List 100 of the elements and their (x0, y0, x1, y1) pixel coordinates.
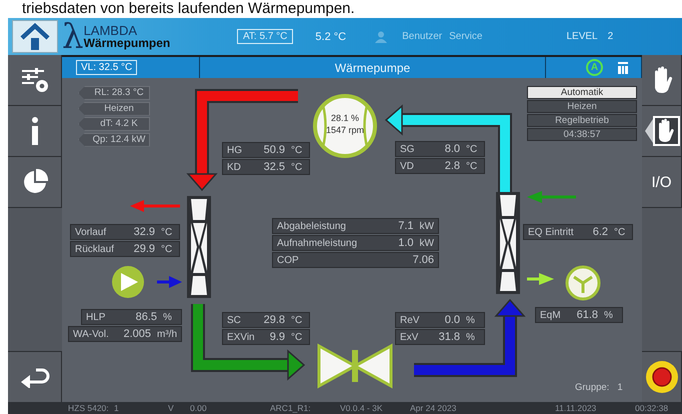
outflow-arrow (130, 200, 180, 212)
status-text: ARC1_R1: (270, 402, 312, 414)
mode-button[interactable]: Regelbetrieb (527, 114, 637, 127)
readout-unit: °C (291, 144, 304, 156)
level-value: 2 (608, 31, 614, 42)
home-icon (19, 22, 51, 50)
io-button[interactable]: I/O (642, 157, 682, 208)
readout-label: EQ Eintritt (528, 226, 575, 238)
readout-label: Vorlauf (75, 226, 108, 238)
return-arrow-icon (20, 366, 50, 388)
readout-value: 7.06 (412, 254, 434, 266)
status-text: 0.00 (190, 402, 208, 414)
hand-arrow-icon (644, 115, 680, 147)
status-tag: RL: 28.3 °C (78, 86, 150, 100)
readout-unit: °C (291, 314, 304, 326)
temperature-text: 5.2 °C (315, 30, 346, 42)
readout-value: 32.5 (264, 161, 285, 173)
readout-unit: kW (420, 238, 434, 248)
logo-symbol: λ (62, 22, 84, 52)
readout-unit: °C (291, 332, 304, 342)
readout-unit: °C (466, 160, 478, 172)
readout-label: SG (400, 144, 416, 154)
caption-text: triebsdaten von bereits laufenden Wärmepumpen. (21, 0, 356, 18)
statistics-button[interactable] (8, 157, 62, 208)
readout-unit: kW (420, 220, 434, 232)
readout-value: 31.8 (438, 331, 460, 343)
readout-label: Aufnahmeleistung (277, 238, 358, 248)
mode-button[interactable]: Heizen (527, 100, 637, 113)
status-tag: dT: 4.2 K (78, 117, 150, 131)
readout-label: EqM (540, 310, 562, 320)
status-text: V0.0.4 - 3K (340, 402, 384, 414)
back-button[interactable] (8, 351, 62, 402)
readout-unit: °C (466, 144, 478, 154)
status-tag: Qp: 12.4 kW (78, 132, 150, 146)
group-value: 1 (617, 382, 623, 393)
mode-button[interactable]: 04:38:57 (527, 128, 637, 141)
readout-label: Abgabeleistung (277, 220, 347, 232)
status-text: HZS 5420: (68, 402, 110, 414)
logo-subtitle: Wärmepumpen (84, 36, 170, 50)
mode-button[interactable]: Automatik (527, 86, 637, 99)
readout-unit: °C (291, 162, 304, 172)
setpoint-tag: VL: 32.5 °C (76, 60, 138, 75)
inflow-arrow (157, 276, 182, 288)
readout-label: HG (227, 144, 243, 156)
level-label: LEVEL (566, 31, 598, 42)
group-label: Gruppe: (575, 382, 610, 393)
readout-label: KD (227, 162, 242, 172)
user-label: Benutzer (402, 31, 442, 42)
readout-unit: % (466, 332, 476, 342)
readout-value: 29.8 (264, 314, 285, 326)
readout-unit: °C (161, 226, 174, 238)
readout-value: 61.8 (576, 309, 598, 321)
readout-unit: m³/h (157, 328, 177, 340)
status-tag: Heizen (78, 102, 150, 116)
readout-value: 29.9 (134, 243, 155, 255)
source-outflow-arrow (527, 273, 554, 285)
readout-label: VD (400, 160, 415, 172)
logo-title: LAMBDA (84, 24, 138, 36)
compressor-speed: 28.1 % (330, 112, 360, 124)
readout-value: 0.0 (444, 314, 460, 326)
user-icon (374, 30, 388, 42)
readout-value: 7.1 (398, 220, 414, 232)
manual-release-button[interactable] (642, 106, 682, 157)
manual-button[interactable] (642, 55, 682, 106)
pump-icon (112, 266, 144, 298)
emergency-stop-icon (644, 360, 678, 394)
readout-value: 86.5 (136, 311, 157, 323)
info-button[interactable] (8, 106, 62, 157)
readout-value: 8.0 (444, 143, 460, 155)
readout-value: 50.9 (264, 144, 285, 156)
status-text: V (168, 402, 175, 414)
readout-label: WA-Vol. (73, 328, 110, 340)
outdoor-temperature-tag: AT: 5.7 °C (237, 29, 294, 44)
readout-value: 1.0 (398, 237, 414, 249)
sliders-gear-icon (20, 67, 48, 93)
home-button[interactable] (12, 20, 58, 53)
info-icon (30, 117, 40, 145)
readout-value: 32.9 (134, 226, 155, 238)
settings-button[interactable] (8, 55, 62, 106)
readout-label: ExV (400, 332, 420, 342)
user-name: Service (449, 31, 482, 42)
status-text: 1 (114, 402, 120, 414)
readout-value: 2.005 (123, 328, 151, 340)
readout-value: 6.2 (592, 226, 608, 238)
status-text: Apr 24 2023 (410, 402, 458, 414)
emergency-stop-button[interactable] (642, 351, 682, 402)
readout-unit: % (604, 310, 614, 320)
heater-icon (617, 60, 629, 74)
readout-label: Rücklauf (75, 244, 115, 254)
readout-label: SC (227, 314, 242, 326)
readout-unit: °C (614, 226, 626, 238)
readout-unit: % (466, 314, 476, 326)
auto-mode-badge: A (586, 59, 603, 76)
source-inflow-arrow (527, 191, 576, 203)
compressor-drawing (313, 94, 377, 158)
status-text: 00:32:38 (635, 402, 670, 414)
readout-value: 9.9 (270, 331, 285, 343)
panel-title: Wärmepumpe (334, 60, 410, 74)
readout-label: EXVin (227, 332, 256, 342)
readout-label: HLP (86, 312, 106, 322)
